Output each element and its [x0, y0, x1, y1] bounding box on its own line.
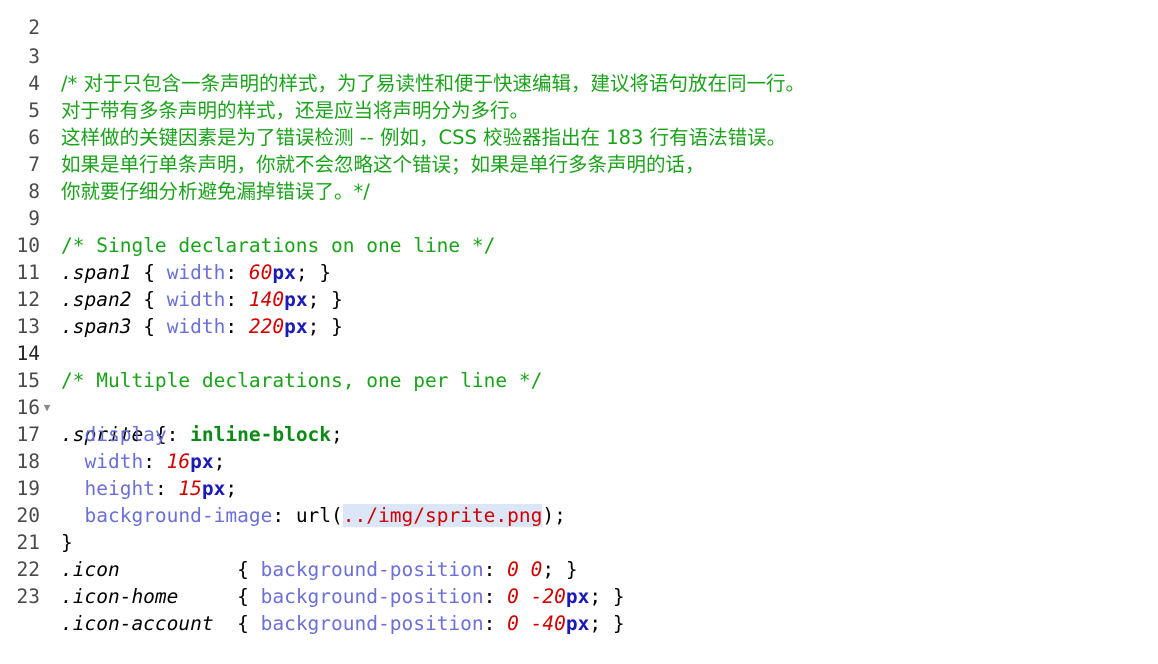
- code-line[interactable]: 22 .icon-home { background-position: 0 -…: [0, 529, 1158, 608]
- code-line[interactable]: 15 ▼ .sprite {: [0, 340, 1158, 446]
- code-content: .icon-home { background-position: 0 -20p…: [61, 585, 625, 608]
- code-line[interactable]: 16 display: inline-block;: [0, 367, 1158, 446]
- css-selector: .icon-account: [61, 612, 214, 635]
- css-number: -20: [530, 585, 566, 608]
- css-unit: px: [565, 612, 590, 635]
- code-line[interactable]: 21 .icon { background-position: 0 0; }: [0, 502, 1158, 581]
- code-content: .icon-account { background-position: 0 -…: [61, 612, 625, 635]
- css-property: background-position: [260, 612, 484, 635]
- code-line[interactable]: 2: [0, 0, 1158, 39]
- code-line[interactable]: 8: [0, 151, 1158, 203]
- code-line[interactable]: 11 .span2 { width: 140px; }: [0, 232, 1158, 311]
- code-line[interactable]: 6 如果是单行单条声明，你就不会忽略这个错误；如果是单行多条声明的话，: [0, 97, 1158, 176]
- css-selector: .icon-home: [61, 585, 179, 608]
- code-line[interactable]: 13: [0, 286, 1158, 338]
- code-line[interactable]: 23 .icon-account { background-position: …: [0, 556, 1158, 635]
- code-line[interactable]: 7 你就要仔细分析避免漏掉错误了。*/: [0, 124, 1158, 203]
- code-line[interactable]: 17 width: 16px;: [0, 394, 1158, 473]
- code-line[interactable]: 3 /* 对于只包含一条声明的样式，为了易读性和便于快速编辑，建议将语句放在同一…: [0, 16, 1158, 95]
- code-line-active[interactable]: 14 /* Multiple declarations, one per lin…: [0, 313, 1158, 392]
- code-line[interactable]: 20 }: [0, 475, 1158, 554]
- line-number: 23: [16, 585, 40, 608]
- code-line[interactable]: 18 height: 15px;: [0, 421, 1158, 500]
- css-number: 0: [507, 612, 519, 635]
- code-line[interactable]: 5 这样做的关键因素是为了错误检测 -- 例如，CSS 校验器指出在 183 行…: [0, 70, 1158, 149]
- css-number: 0: [507, 585, 519, 608]
- css-property: background-position: [260, 585, 484, 608]
- code-line[interactable]: 12 .span3 { width: 220px; }: [0, 259, 1158, 338]
- code-line[interactable]: 19 background-image: url(../img/sprite.p…: [0, 448, 1158, 527]
- code-editor[interactable]: 2 3 /* 对于只包含一条声明的样式，为了易读性和便于快速编辑，建议将语句放在…: [0, 0, 1158, 635]
- css-number: -40: [530, 612, 566, 635]
- code-line[interactable]: 4 对于带有多条声明的样式，还是应当将声明分为多行。: [0, 43, 1158, 122]
- css-unit: px: [565, 585, 590, 608]
- code-line[interactable]: 10 .span1 { width: 60px; }: [0, 205, 1158, 284]
- code-line[interactable]: 9 /* Single declarations on one line */: [0, 178, 1158, 257]
